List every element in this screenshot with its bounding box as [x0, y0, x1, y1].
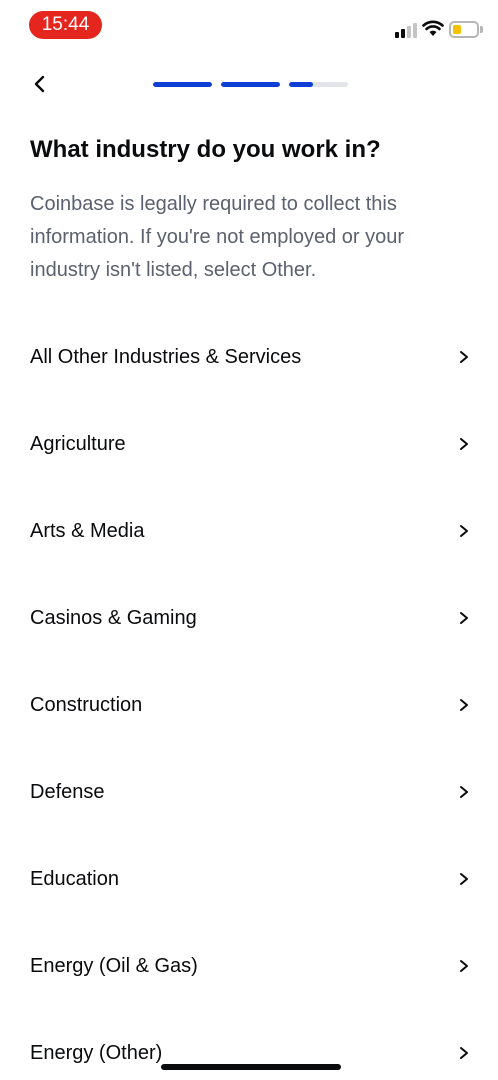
industry-label: Energy (Other): [30, 1042, 163, 1064]
cellular-signal-icon: [395, 22, 419, 38]
chevron-left-icon: [34, 75, 45, 93]
industry-label: Construction: [30, 694, 143, 716]
industry-label: Education: [30, 868, 119, 890]
industry-item-defense[interactable]: Defense: [0, 749, 498, 836]
chevron-right-icon: [460, 525, 468, 537]
progress-step-2-fill: [221, 82, 280, 87]
back-button[interactable]: [26, 70, 54, 98]
industry-list: All Other Industries & Services Agricult…: [0, 314, 498, 1080]
chevron-right-icon: [460, 960, 468, 972]
chevron-right-icon: [460, 699, 468, 711]
industry-item-all-other[interactable]: All Other Industries & Services: [0, 314, 498, 401]
page-title: What industry do you work in?: [30, 136, 381, 163]
progress-step-3-fill: [289, 82, 313, 87]
chevron-right-icon: [460, 351, 468, 363]
industry-label: Casinos & Gaming: [30, 607, 197, 629]
status-time[interactable]: 15:44: [29, 11, 102, 39]
wifi-icon: [422, 20, 444, 36]
battery-level: [453, 25, 461, 34]
progress-step-1: [153, 82, 212, 87]
battery-icon: [449, 21, 479, 38]
chevron-right-icon: [460, 873, 468, 885]
progress-step-1-fill: [153, 82, 212, 87]
industry-item-arts-media[interactable]: Arts & Media: [0, 488, 498, 575]
industry-item-education[interactable]: Education: [0, 836, 498, 923]
progress-step-3: [289, 82, 348, 87]
progress-step-2: [221, 82, 280, 87]
industry-label: All Other Industries & Services: [30, 346, 302, 368]
industry-item-agriculture[interactable]: Agriculture: [0, 401, 498, 488]
chevron-right-icon: [460, 438, 468, 450]
industry-item-construction[interactable]: Construction: [0, 662, 498, 749]
home-indicator[interactable]: [161, 1064, 341, 1070]
industry-item-casinos-gaming[interactable]: Casinos & Gaming: [0, 575, 498, 662]
industry-label: Defense: [30, 781, 105, 803]
industry-label: Arts & Media: [30, 520, 145, 542]
industry-item-energy-oil-gas[interactable]: Energy (Oil & Gas): [0, 923, 498, 1010]
industry-label: Agriculture: [30, 433, 126, 455]
page-description: Coinbase is legally required to collect …: [30, 193, 405, 281]
chevron-right-icon: [460, 1047, 468, 1059]
status-bar: 15:44: [0, 0, 498, 52]
industry-label: Energy (Oil & Gas): [30, 955, 198, 977]
chevron-right-icon: [460, 612, 468, 624]
battery-cap: [480, 26, 483, 33]
screen: 15:44 What industry do you work in? Coin…: [0, 0, 498, 1080]
chevron-right-icon: [460, 786, 468, 798]
